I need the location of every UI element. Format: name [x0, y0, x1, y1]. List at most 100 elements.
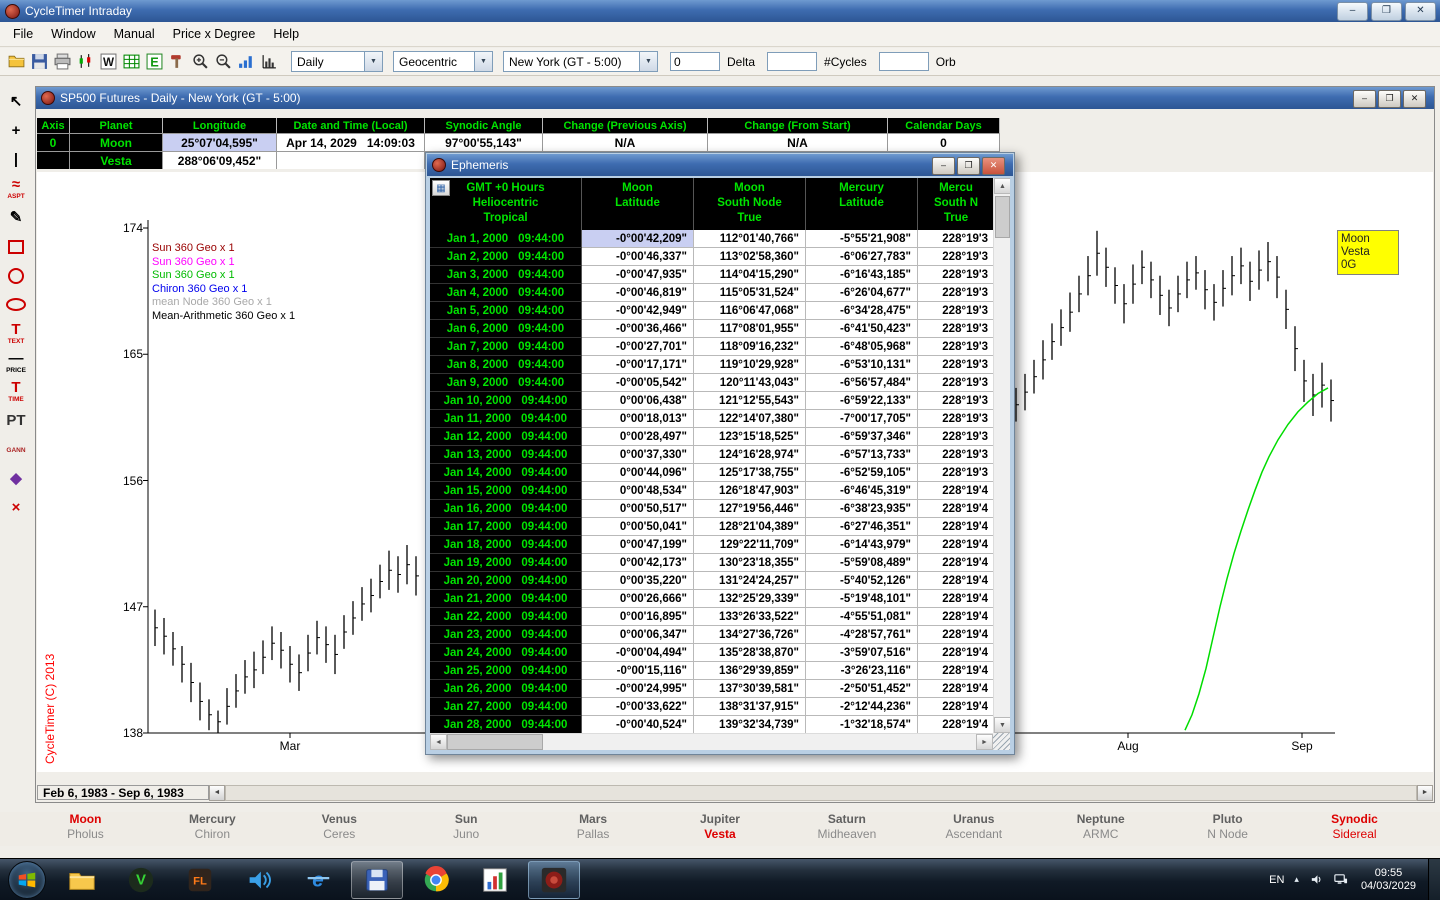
- ephemeris-value-cell[interactable]: -6°59'37,346": [806, 428, 918, 446]
- ephemeris-value-cell[interactable]: 0°00'44,096": [582, 464, 694, 482]
- weekly-chart-icon[interactable]: W: [97, 51, 119, 73]
- ephemeris-date-cell[interactable]: Jan 11, 200009:44:00: [430, 410, 582, 428]
- clock[interactable]: 09:55 04/03/2029: [1361, 867, 1416, 893]
- planet-cell[interactable]: Vesta: [70, 151, 163, 169]
- ephemeris-value-cell[interactable]: 228°19'4: [918, 572, 995, 590]
- planet-column-moon[interactable]: MoonPholus: [22, 812, 149, 846]
- ephemeris-value-cell[interactable]: -2°12'44,236": [806, 698, 918, 716]
- ephemeris-value-cell[interactable]: -4°28'57,761": [806, 626, 918, 644]
- ephemeris-vscrollbar[interactable]: ▲ ▼: [993, 178, 1010, 733]
- ephemeris-value-cell[interactable]: -6°53'10,131": [806, 356, 918, 374]
- restore-button[interactable]: ❐: [1371, 2, 1402, 21]
- internet-explorer-icon[interactable]: e: [292, 861, 344, 899]
- ephemeris-value-cell[interactable]: -6°34'28,475": [806, 302, 918, 320]
- ephemeris-value-cell[interactable]: -6°46'45,319": [806, 482, 918, 500]
- ephemeris-value-cell[interactable]: 0°00'18,013": [582, 410, 694, 428]
- ephemeris-value-cell[interactable]: -0°00'42,209": [582, 230, 694, 248]
- ephemeris-date-cell[interactable]: Jan 20, 200009:44:00: [430, 572, 582, 590]
- ephemeris-minimize-button[interactable]: –: [932, 157, 955, 175]
- menu-window[interactable]: Window: [42, 23, 104, 45]
- ephemeris-value-cell[interactable]: -4°55'51,081": [806, 608, 918, 626]
- ephemeris-value-cell[interactable]: 114°04'15,290": [694, 266, 806, 284]
- planet-column-neptune[interactable]: NeptuneARMC: [1037, 812, 1164, 846]
- ephemeris-date-cell[interactable]: Jan 6, 200009:44:00: [430, 320, 582, 338]
- ephemeris-value-cell[interactable]: -6°48'05,968": [806, 338, 918, 356]
- ephemeris-value-cell[interactable]: 119°10'29,928": [694, 356, 806, 374]
- horizontal-scrollbar[interactable]: [225, 785, 1417, 801]
- ephemeris-value-cell[interactable]: 127°19'56,446": [694, 500, 806, 518]
- menu-manual[interactable]: Manual: [105, 23, 164, 45]
- ephemeris-value-cell[interactable]: 124°16'28,974": [694, 446, 806, 464]
- planet-cell[interactable]: Moon: [70, 133, 163, 151]
- ephemeris-value-cell[interactable]: 228°19'4: [918, 500, 995, 518]
- v-player-icon[interactable]: V: [115, 861, 167, 899]
- ephemeris-value-cell[interactable]: 228°19'3: [918, 320, 995, 338]
- ephemeris-close-button[interactable]: ✕: [982, 157, 1005, 175]
- datetime-cell[interactable]: Apr 14, 2029 14:09:03: [277, 133, 425, 151]
- cycles-input[interactable]: [767, 52, 817, 71]
- ephemeris-value-cell[interactable]: 112°01'40,766": [694, 230, 806, 248]
- planet-column-mars[interactable]: MarsPallas: [530, 812, 657, 846]
- ephemeris-value-cell[interactable]: -0°00'24,995": [582, 680, 694, 698]
- ephemeris-value-cell[interactable]: 228°19'3: [918, 302, 995, 320]
- planet-column-sun[interactable]: SunJuno: [403, 812, 530, 846]
- floppy-app-icon[interactable]: [351, 861, 403, 899]
- ephemeris-value-cell[interactable]: -0°00'36,466": [582, 320, 694, 338]
- ephemeris-value-cell[interactable]: -0°00'42,949": [582, 302, 694, 320]
- ephemeris-date-cell[interactable]: Jan 18, 200009:44:00: [430, 536, 582, 554]
- scroll-left-icon[interactable]: ◄: [430, 734, 447, 750]
- chrome-icon[interactable]: [410, 861, 462, 899]
- ephemeris-value-cell[interactable]: 123°15'18,525": [694, 428, 806, 446]
- ephemeris-value-cell[interactable]: -7°00'17,705": [806, 410, 918, 428]
- ephemeris-value-cell[interactable]: 0°00'35,220": [582, 572, 694, 590]
- ephemeris-date-cell[interactable]: Jan 28, 200009:44:00: [430, 716, 582, 734]
- coordinate-system-select[interactable]: Geocentric ▼: [393, 51, 493, 72]
- ephemeris-hscrollbar[interactable]: ◄ ►: [430, 733, 993, 750]
- ephemeris-value-cell[interactable]: -0°00'04,494": [582, 644, 694, 662]
- vscroll-thumb[interactable]: [995, 196, 1010, 238]
- ephemeris-value-cell[interactable]: 228°19'4: [918, 554, 995, 572]
- ephemeris-value-cell[interactable]: -6°26'04,677": [806, 284, 918, 302]
- circle-tool[interactable]: [8, 264, 24, 287]
- chart-minimize-button[interactable]: –: [1353, 90, 1376, 108]
- show-desktop-button[interactable]: [1428, 859, 1440, 900]
- menu-help[interactable]: Help: [264, 23, 308, 45]
- rectangle-tool[interactable]: [8, 235, 24, 258]
- ephemeris-date-cell[interactable]: Jan 2, 200009:44:00: [430, 248, 582, 266]
- ephemeris-value-cell[interactable]: 0°00'37,330": [582, 446, 694, 464]
- ephemeris-value-cell[interactable]: 228°19'3: [918, 392, 995, 410]
- ephemeris-value-cell[interactable]: 228°19'4: [918, 626, 995, 644]
- ephemeris-date-cell[interactable]: Jan 24, 200009:44:00: [430, 644, 582, 662]
- chart-close-button[interactable]: ✕: [1403, 90, 1426, 108]
- ephemeris-date-cell[interactable]: Jan 5, 200009:44:00: [430, 302, 582, 320]
- volume-icon[interactable]: [1309, 872, 1324, 887]
- ephemeris-value-cell[interactable]: 228°19'3: [918, 338, 995, 356]
- zoom-out-icon[interactable]: [212, 51, 234, 73]
- ephemeris-value-cell[interactable]: 228°19'4: [918, 608, 995, 626]
- scroll-up-icon[interactable]: ▲: [994, 178, 1010, 194]
- ephemeris-value-cell[interactable]: 125°17'38,755": [694, 464, 806, 482]
- ephemeris-value-cell[interactable]: -6°56'57,484": [806, 374, 918, 392]
- ephemeris-value-cell[interactable]: 0°00'50,517": [582, 500, 694, 518]
- ephemeris-value-cell[interactable]: 228°19'4: [918, 536, 995, 554]
- ephemeris-icon[interactable]: E: [143, 51, 165, 73]
- planet-column-pluto[interactable]: PlutoN Node: [1164, 812, 1291, 846]
- ephemeris-value-cell[interactable]: 228°19'3: [918, 374, 995, 392]
- longitude-cell[interactable]: 288°06'09,452": [163, 151, 277, 169]
- ephemeris-date-cell[interactable]: Jan 4, 200009:44:00: [430, 284, 582, 302]
- planet-column-synodic[interactable]: SynodicSidereal: [1291, 812, 1418, 846]
- tools-icon[interactable]: [166, 51, 188, 73]
- ephemeris-value-cell[interactable]: 136°29'39,859": [694, 662, 806, 680]
- ephemeris-date-cell[interactable]: Jan 27, 200009:44:00: [430, 698, 582, 716]
- price-time-tool[interactable]: PT: [6, 409, 25, 432]
- planet-column-mercury[interactable]: MercuryChiron: [149, 812, 276, 846]
- ephemeris-value-cell[interactable]: 138°31'37,915": [694, 698, 806, 716]
- ephemeris-value-cell[interactable]: 0°00'28,497": [582, 428, 694, 446]
- ephemeris-date-cell[interactable]: Jan 15, 200009:44:00: [430, 482, 582, 500]
- save-icon[interactable]: [28, 51, 50, 73]
- tray-expand-icon[interactable]: ▴: [1294, 874, 1299, 885]
- cycletimer-taskbar-icon[interactable]: [528, 861, 580, 899]
- ephemeris-value-cell[interactable]: 228°19'4: [918, 716, 995, 734]
- ephemeris-value-cell[interactable]: 115°05'31,524": [694, 284, 806, 302]
- ephemeris-value-cell[interactable]: 113°02'58,360": [694, 248, 806, 266]
